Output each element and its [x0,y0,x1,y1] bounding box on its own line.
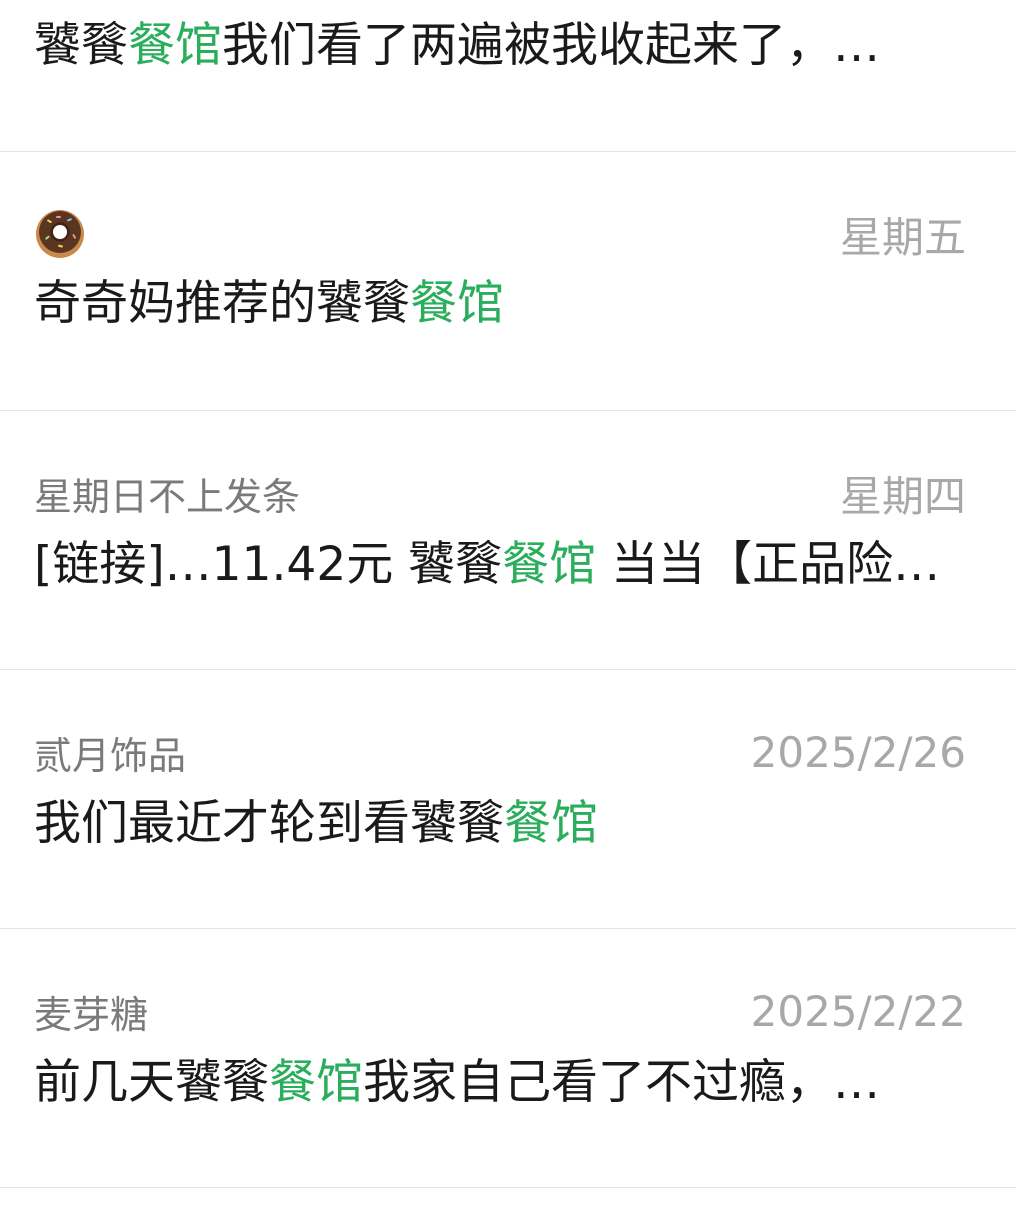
search-result-item[interactable]: 麦芽糖 2025/2/22 前几天饕餮餐馆我家自己看了不过瘾，… [0,929,1016,1188]
search-result-item[interactable]: 饕餮餐馆我们看了两遍被我收起来了，… [0,0,1016,152]
snippet-after: 当当【正品险… [596,537,941,592]
result-date: 星期五 [839,212,966,262]
message-snippet: 奇奇妈推荐的饕餮餐馆 [34,274,966,334]
snippet-after: 我们看了两遍被我收起来了，… [222,18,880,73]
result-date: 2025/2/26 [750,727,966,777]
keyword-highlight: 餐馆 [504,796,598,851]
search-result-item[interactable]: 星期日不上发条 星期四 [链接]…11.42元 饕餮餐馆 当当【正品险… [0,411,1016,670]
snippet-after: 我家自己看了不过瘾，… [363,1055,880,1110]
snippet-before: [链接]…11.42元 饕餮 [34,537,503,592]
keyword-highlight: 餐馆 [269,1055,363,1110]
snippet-before: 我们最近才轮到看饕餮 [34,796,504,851]
search-result-item[interactable]: 贰月饰品 2025/2/26 我们最近才轮到看饕餮餐馆 [0,670,1016,929]
result-date: 星期四 [839,471,966,521]
keyword-highlight: 餐馆 [502,537,597,592]
search-results-list: 饕餮餐馆我们看了两遍被我收起来了，… 星期五 奇奇妈推荐的饕餮餐馆 星期日不上发… [0,0,1016,1206]
donut-icon [34,208,86,260]
keyword-highlight: 餐馆 [410,276,504,331]
result-header: 贰月饰品 2025/2/26 [34,724,966,780]
result-header: 星期日不上发条 星期四 [34,465,966,521]
snippet-before: 饕餮 [34,18,128,73]
result-header: 星期五 [34,206,966,262]
result-header: 麦芽糖 2025/2/22 [34,983,966,1039]
sender-name: 贰月饰品 [34,733,187,778]
snippet-before: 前几天饕餮 [34,1055,269,1110]
result-date: 2025/2/22 [750,986,966,1036]
sender-name: 星期日不上发条 [34,474,301,519]
message-snippet: 前几天饕餮餐馆我家自己看了不过瘾，… [34,1053,966,1113]
search-result-item[interactable]: 星期五 奇奇妈推荐的饕餮餐馆 [0,152,1016,411]
snippet-before: 奇奇妈推荐的饕餮 [34,276,410,331]
sender-name: 麦芽糖 [34,992,149,1037]
keyword-highlight: 餐馆 [128,18,222,73]
message-snippet: 我们最近才轮到看饕餮餐馆 [34,794,966,854]
message-snippet: 饕餮餐馆我们看了两遍被我收起来了，… [34,16,966,76]
message-snippet: [链接]…11.42元 饕餮餐馆 当当【正品险… [34,535,966,595]
